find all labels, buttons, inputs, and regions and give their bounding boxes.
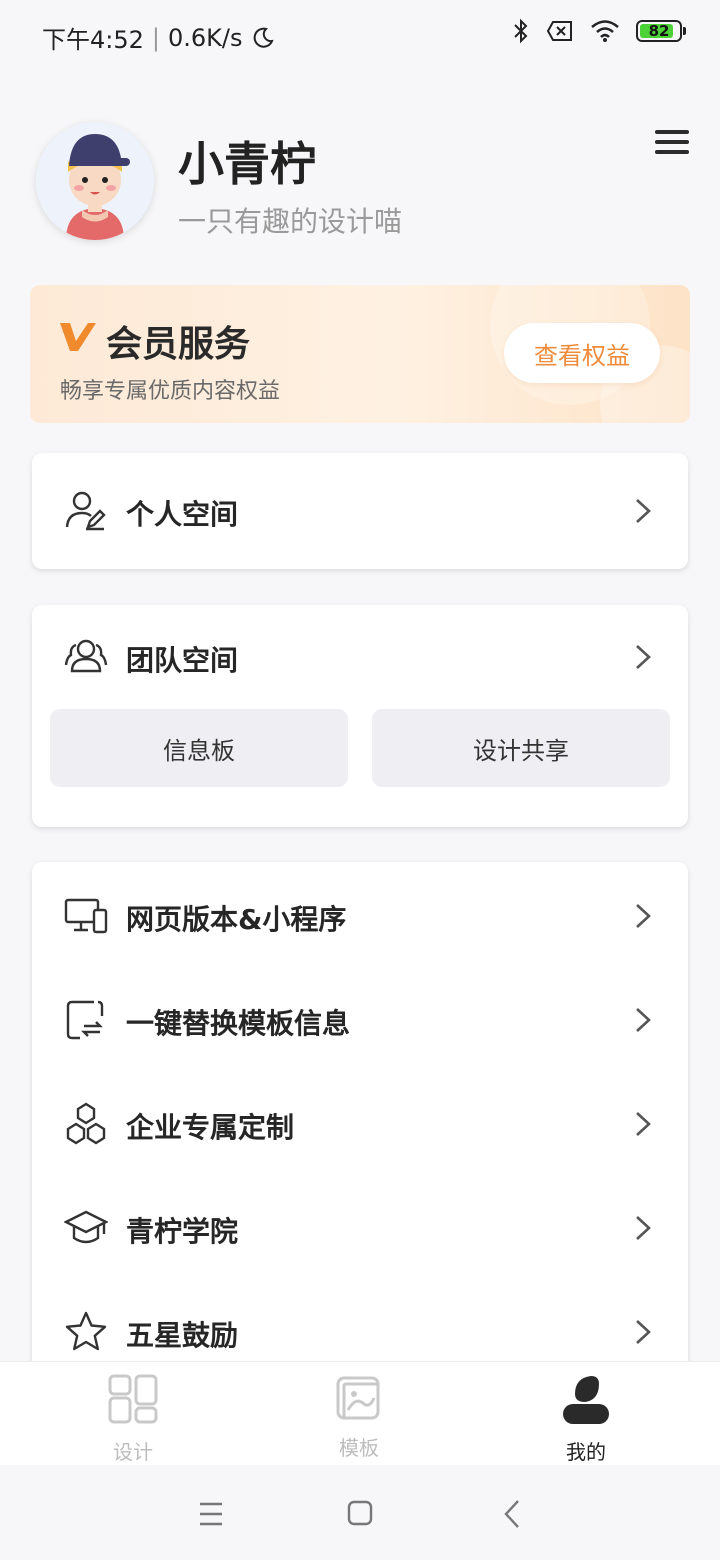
status-right: 82: [512, 18, 686, 44]
chevron-right-icon: [636, 1112, 651, 1136]
team-space-row[interactable]: 团队空间: [32, 605, 688, 709]
avatar[interactable]: [36, 122, 154, 240]
chevron-right-icon: [636, 499, 651, 523]
tab-design[interactable]: 设计: [63, 1362, 203, 1466]
tab-label: 设计: [113, 1440, 153, 1464]
design-share-button[interactable]: 设计共享: [372, 709, 670, 787]
menu-item-enterprise[interactable]: 企业专属定制: [32, 1072, 688, 1176]
vip-logo-icon: [60, 323, 96, 351]
replace-icon: [66, 1000, 104, 1040]
chevron-right-icon: [636, 904, 651, 928]
back-icon[interactable]: [492, 1496, 532, 1532]
menu-item-label: 网页版本&小程序: [126, 903, 347, 936]
menu-item-replace-template[interactable]: 一键替换模板信息: [32, 968, 688, 1072]
personal-space-row[interactable]: 个人空间: [32, 459, 688, 563]
status-separator: |: [151, 23, 160, 52]
network-speed: 0.6K/s: [168, 23, 243, 52]
personal-space-label: 个人空间: [126, 498, 239, 531]
battery-indicator: 82: [636, 20, 686, 42]
system-navigation-bar: [0, 1466, 720, 1560]
menu-item-label: 一键替换模板信息: [126, 1007, 351, 1040]
team-space-card: 团队空间 信息板 设计共享: [32, 605, 688, 827]
grid-icon: [108, 1374, 158, 1424]
battery-percent: 82: [648, 22, 670, 40]
menu-item-label: 企业专属定制: [126, 1111, 295, 1144]
chevron-right-icon: [636, 645, 651, 669]
sim-error-icon: [546, 21, 572, 41]
status-left: 下午4:52 | 0.6K/s: [42, 20, 275, 55]
personal-space-card: 个人空间: [32, 453, 688, 569]
chevron-right-icon: [636, 1216, 651, 1240]
team-icon: [64, 639, 108, 673]
chevron-right-icon: [636, 1008, 651, 1032]
profile-icon: [563, 1376, 609, 1424]
tab-label: 模板: [339, 1436, 379, 1460]
view-benefits-button[interactable]: 查看权益: [504, 323, 660, 383]
bluetooth-icon: [514, 18, 528, 44]
vip-title: 会员服务: [106, 324, 251, 365]
vip-banner[interactable]: 会员服务 畅享专属优质内容权益 查看权益: [30, 285, 690, 423]
menu-list-card: 网页版本&小程序 一键替换模板信息 企业专属定制 青柠学院 五星鼓励: [32, 862, 688, 1382]
hexagons-icon: [66, 1102, 106, 1145]
menu-item-web-version[interactable]: 网页版本&小程序: [32, 864, 688, 968]
wifi-icon: [591, 20, 619, 42]
vip-subtitle: 畅享专属优质内容权益: [60, 379, 281, 404]
star-icon: [65, 1311, 107, 1351]
menu-item-label: 青柠学院: [126, 1215, 239, 1248]
recent-apps-icon[interactable]: [191, 1496, 231, 1532]
home-icon[interactable]: [340, 1496, 380, 1532]
user-edit-icon: [65, 491, 106, 531]
status-time: 下午4:52: [42, 26, 144, 54]
menu-item-label: 五星鼓励: [126, 1319, 239, 1352]
avatar-illustration: [36, 122, 154, 240]
tab-label: 我的: [566, 1440, 606, 1464]
tab-mine[interactable]: 我的: [516, 1362, 656, 1466]
user-bio: 一只有趣的设计喵: [178, 205, 403, 238]
info-board-button[interactable]: 信息板: [50, 709, 348, 787]
tab-template[interactable]: 模板: [289, 1362, 429, 1466]
template-icon: [336, 1376, 380, 1420]
moon-icon: [253, 27, 274, 48]
chevron-right-icon: [636, 1320, 651, 1344]
menu-item-academy[interactable]: 青柠学院: [32, 1176, 688, 1280]
user-name: 小青柠: [178, 137, 316, 191]
team-space-label: 团队空间: [126, 644, 239, 677]
status-bar: 下午4:52 | 0.6K/s 82: [0, 0, 720, 70]
hamburger-menu-icon[interactable]: [652, 126, 692, 158]
devices-icon: [64, 898, 108, 934]
bottom-tab-bar: 设计 模板 我的: [0, 1361, 720, 1465]
graduation-cap-icon: [64, 1210, 108, 1244]
